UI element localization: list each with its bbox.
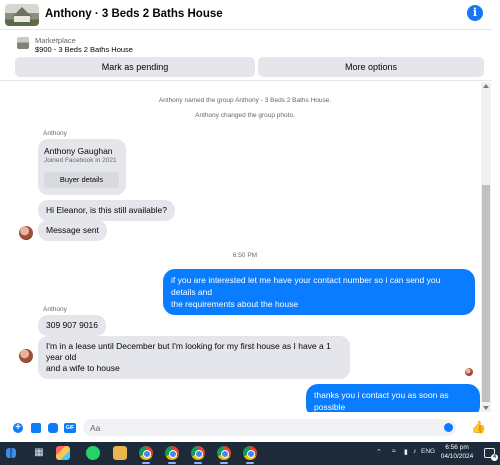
whatsapp-icon[interactable]: [86, 446, 100, 460]
message-line: I'm in a lease until December but I'm lo…: [46, 341, 331, 362]
conversation-title[interactable]: Anthony · 3 Beds 2 Baths House: [45, 8, 223, 20]
clock-date[interactable]: 04/10/2024: [439, 453, 475, 460]
scrollbar[interactable]: [481, 82, 491, 412]
chevron-up-icon[interactable]: ⌃: [376, 448, 382, 456]
message-bubble[interactable]: Hi Eleanor, is this still available?: [38, 200, 175, 221]
photos-app-icon[interactable]: [56, 446, 70, 460]
message-list: Anthony named the group Anthony - 3 Beds…: [0, 82, 480, 418]
message-line: the requirements about the house: [171, 299, 299, 309]
sender-name: Anthony: [43, 130, 67, 137]
scroll-down-arrow-icon[interactable]: [483, 406, 489, 410]
file-explorer-icon[interactable]: [113, 446, 127, 460]
system-message: Anthony changed the group photo.: [195, 112, 295, 119]
active-app-indicator: [220, 462, 228, 464]
sender-name: Anthony: [43, 306, 67, 313]
more-options-button[interactable]: More options: [258, 57, 484, 77]
profile-joined: Joined Facebook in 2021: [44, 157, 117, 164]
message-line: if you are interested let me have your c…: [171, 275, 441, 297]
buyer-details-button[interactable]: Buyer details: [44, 172, 119, 188]
battery-icon[interactable]: ▮: [404, 448, 408, 456]
messenger-window: Anthony · 3 Beds 2 Baths House i Marketp…: [0, 0, 500, 465]
sticker-icon[interactable]: [48, 423, 58, 433]
task-view-icon[interactable]: ▦: [32, 446, 46, 460]
message-bubble[interactable]: 309 907 9016: [38, 315, 106, 336]
message-bubble-outgoing[interactable]: if you are interested let me have your c…: [163, 269, 475, 315]
windows-start-icon[interactable]: [6, 448, 16, 458]
message-line: and a wife to house: [46, 363, 120, 373]
chrome-icon[interactable]: [165, 446, 179, 460]
profile-card: Anthony Gaughan Joined Facebook in 2021 …: [38, 139, 126, 195]
avatar[interactable]: [19, 349, 33, 363]
notification-badge: 4: [491, 454, 498, 461]
chrome-icon[interactable]: [217, 446, 231, 460]
system-message: Anthony named the group Anthony - 3 Beds…: [158, 97, 332, 104]
scrollbar-thumb[interactable]: [482, 185, 490, 402]
thumbs-up-icon[interactable]: 👍: [471, 421, 486, 433]
gif-icon[interactable]: GIF: [64, 423, 76, 433]
listing-price[interactable]: $900 - 3 Beds 2 Baths House: [35, 45, 133, 54]
active-app-indicator: [194, 462, 202, 464]
message-bubble[interactable]: I'm in a lease until December but I'm lo…: [38, 336, 350, 379]
house-shape: [14, 16, 30, 22]
marketplace-bar: Marketplace $900 - 3 Beds 2 Baths House …: [0, 31, 492, 81]
emoji-icon[interactable]: [444, 423, 453, 432]
marketplace-label: Marketplace: [35, 36, 76, 45]
photo-icon[interactable]: [31, 423, 41, 433]
chrome-icon[interactable]: [139, 446, 153, 460]
listing-icon: [17, 37, 29, 49]
active-app-indicator: [142, 462, 150, 464]
profile-name[interactable]: Anthony Gaughan: [44, 146, 113, 156]
conversation-header: Anthony · 3 Beds 2 Baths House i: [0, 0, 492, 30]
mark-as-pending-button[interactable]: Mark as pending: [15, 57, 255, 77]
avatar[interactable]: [19, 226, 33, 240]
chrome-icon[interactable]: [243, 446, 257, 460]
wifi-icon[interactable]: ≈: [392, 448, 396, 455]
chrome-icon[interactable]: [191, 446, 205, 460]
message-timestamp: 6:50 PM: [232, 252, 258, 259]
language-indicator[interactable]: ENG: [421, 448, 435, 455]
speaker-icon[interactable]: ♪: [413, 448, 417, 455]
windows-taskbar: ▦ ⌃ ≈ ▮ ♪ ENG 6:56 pm 04/10/2024 4: [0, 442, 500, 465]
scroll-up-arrow-icon[interactable]: [483, 84, 489, 88]
read-receipt-avatar: [465, 368, 473, 376]
message-bubble[interactable]: Message sent: [38, 220, 107, 241]
message-composer: + GIF 👍: [0, 412, 492, 442]
clock-time[interactable]: 6:56 pm: [439, 444, 475, 451]
message-input[interactable]: [83, 419, 456, 436]
active-app-indicator: [168, 462, 176, 464]
info-icon[interactable]: i: [467, 5, 483, 21]
active-app-indicator: [246, 462, 254, 464]
listing-thumbnail[interactable]: [5, 4, 39, 26]
plus-icon[interactable]: +: [13, 423, 23, 433]
